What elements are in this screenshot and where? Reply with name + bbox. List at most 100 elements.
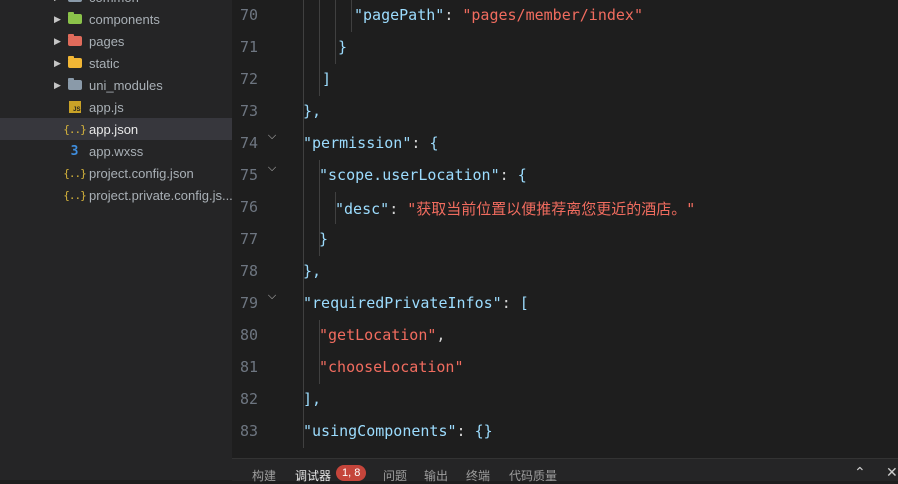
code-token: ], [303, 390, 322, 408]
fold-chevron-icon[interactable]: ⌵ [266, 289, 278, 302]
line-number: 77 [239, 230, 258, 248]
code-token: : [389, 200, 408, 218]
code-token: "chooseLocation" [319, 358, 464, 376]
line-number: 70 [239, 6, 258, 24]
tree-item-app-wxss[interactable]: 3 app.wxss [0, 140, 232, 162]
code-line: }, [303, 102, 321, 120]
code-token: "usingComponents" [303, 422, 457, 440]
tree-item-components[interactable]: ▶ components [0, 8, 232, 30]
code-token: : [501, 294, 520, 312]
code-token: } [319, 230, 329, 248]
file-explorer: ▶ common ▶ components ▶ pages ▶ static ▶… [0, 0, 232, 480]
tree-item-label: pages [89, 33, 125, 49]
tree-item-project-private-config[interactable]: {..} project.private.config.js... [0, 184, 232, 206]
tree-item-label: static [89, 55, 120, 71]
chevron-right-icon[interactable]: ▶ [54, 58, 62, 69]
tree-item-app-js[interactable]: JS app.js [0, 96, 232, 118]
folder-icon [67, 78, 82, 92]
indent-guide [351, 0, 352, 32]
code-line: "desc": "获取当前位置以便推荐离您更近的酒店。" [335, 198, 695, 219]
code-line: "requiredPrivateInfos": [ [303, 294, 529, 312]
folder-icon [67, 0, 82, 4]
code-token: : [444, 6, 463, 24]
code-token: { [429, 134, 439, 152]
tree-item-label: common [89, 0, 139, 5]
tab-problems[interactable]: 问题 [383, 467, 407, 484]
close-icon[interactable]: ✕ [886, 465, 898, 481]
tab-terminal[interactable]: 终端 [466, 467, 490, 484]
code-line: }, [303, 262, 321, 280]
code-token: "pages/member/index" [462, 6, 643, 24]
bottom-panel: 构建 调试器 1, 8 问题 输出 终端 代码质量 ⌃ ✕ [232, 458, 898, 484]
code-token: {} [474, 422, 493, 440]
code-token: ] [322, 70, 332, 88]
code-token: "scope.userLocation" [319, 166, 500, 184]
css-file-icon: 3 [70, 143, 79, 159]
json-file-icon: {..} [63, 166, 86, 180]
tree-item-static[interactable]: ▶ static [0, 52, 232, 74]
line-number: 81 [239, 358, 258, 376]
code-token: { [517, 166, 527, 184]
tree-item-common[interactable]: ▶ common [0, 0, 232, 8]
line-number: 79 [239, 294, 258, 312]
tree-item-label: uni_modules [89, 77, 163, 93]
json-file-icon: {..} [63, 122, 86, 136]
tab-debugger[interactable]: 调试器 [295, 467, 331, 484]
tree-item-app-json[interactable]: {..} app.json [0, 118, 232, 140]
code-token: "pagePath" [354, 6, 445, 24]
fold-chevron-icon[interactable]: ⌵ [266, 129, 278, 142]
code-token: "desc" [335, 200, 390, 218]
code-line: "usingComponents": {} [303, 422, 493, 440]
code-line: ] [322, 70, 331, 88]
js-file-icon: JS [67, 100, 82, 114]
line-number: 73 [239, 102, 258, 120]
line-number: 82 [239, 390, 258, 408]
pages-folder-icon [67, 34, 82, 48]
code-token: "requiredPrivateInfos" [303, 294, 502, 312]
debugger-count-badge: 1, 8 [336, 465, 367, 481]
code-token: : [456, 422, 475, 440]
chevron-right-icon[interactable]: ▶ [54, 0, 62, 3]
code-line: "scope.userLocation": { [319, 166, 527, 184]
chevron-right-icon[interactable]: ▶ [54, 36, 62, 47]
indent-guide [335, 0, 336, 64]
chevron-right-icon[interactable]: ▶ [54, 80, 62, 91]
chevron-right-icon[interactable]: ▶ [54, 14, 62, 25]
components-folder-icon [67, 12, 82, 26]
line-number: 74 [239, 134, 258, 152]
code-token: "获取当前位置以便推荐离您更近的酒店。" [407, 200, 696, 218]
tab-build[interactable]: 构建 [252, 467, 276, 484]
code-token: [ [519, 294, 529, 312]
tab-output[interactable]: 输出 [424, 467, 448, 484]
code-line: } [319, 230, 328, 248]
line-number: 72 [239, 70, 258, 88]
code-editor[interactable]: ⌵ ⌵ ⌵ 70 "pagePath": "pages/member/index"… [232, 0, 898, 458]
tree-item-pages[interactable]: ▶ pages [0, 30, 232, 52]
code-token: } [338, 38, 348, 56]
line-number: 83 [239, 422, 258, 440]
code-line: "permission": { [303, 134, 438, 152]
code-token: }, [303, 102, 322, 120]
tree-item-uni-modules[interactable]: ▶ uni_modules [0, 74, 232, 96]
chevron-up-icon[interactable]: ⌃ [854, 465, 866, 481]
code-token: "permission" [303, 134, 412, 152]
tree-item-project-config-json[interactable]: {..} project.config.json [0, 162, 232, 184]
code-line: "pagePath": "pages/member/index" [354, 6, 643, 24]
tree-item-label: app.js [89, 99, 124, 115]
code-line: } [338, 38, 347, 56]
indent-guide [303, 0, 304, 448]
code-line: "chooseLocation" [319, 358, 464, 376]
tab-code-quality[interactable]: 代码质量 [509, 467, 557, 484]
tree-item-label: app.json [89, 121, 139, 137]
code-token: , [436, 326, 446, 344]
line-number: 80 [239, 326, 258, 344]
code-token: "getLocation" [319, 326, 437, 344]
fold-chevron-icon[interactable]: ⌵ [266, 161, 278, 174]
line-number: 76 [239, 198, 258, 216]
code-line: "getLocation", [319, 326, 445, 344]
code-token: : [411, 134, 430, 152]
line-number: 78 [239, 262, 258, 280]
static-folder-icon [67, 56, 82, 70]
code-token: : [499, 166, 518, 184]
tree-item-label: app.wxss [89, 143, 144, 159]
